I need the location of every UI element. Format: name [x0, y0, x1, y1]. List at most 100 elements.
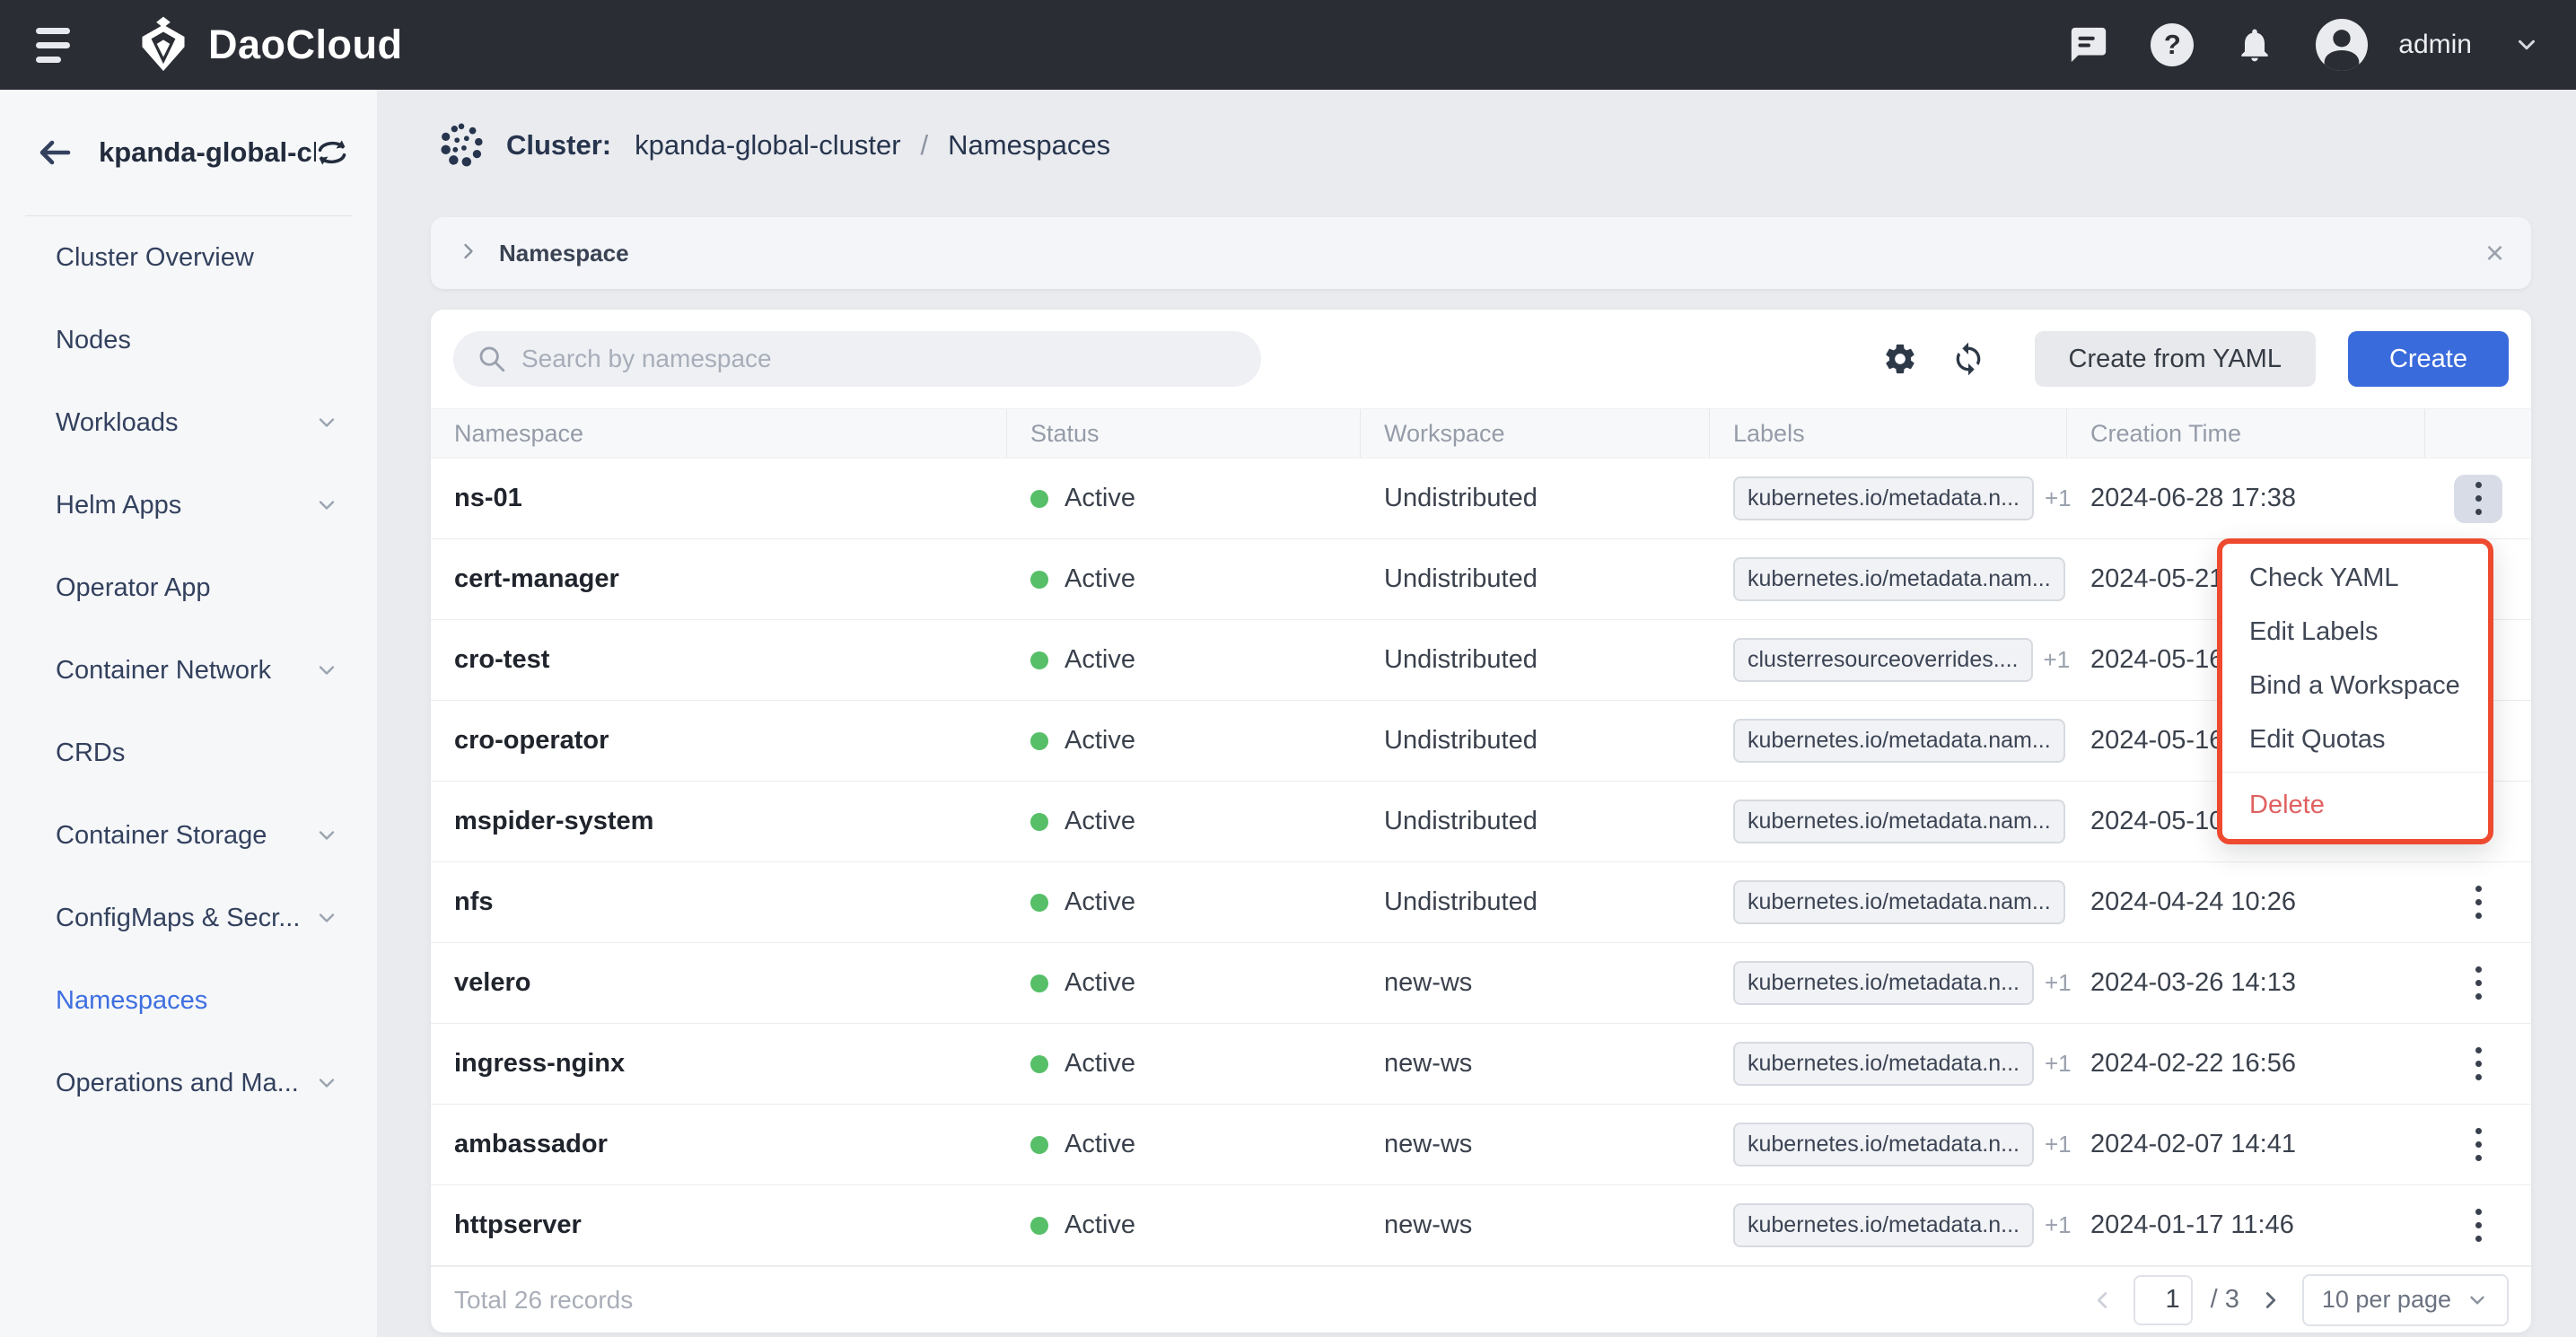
- row-actions-kebab-icon[interactable]: [2454, 878, 2502, 927]
- creation-time-cell: 2024-02-22 16:56: [2067, 1024, 2425, 1104]
- label-chip[interactable]: kubernetes.io/metadata.n...: [1733, 1123, 2034, 1167]
- menu-item-edit-labels[interactable]: Edit Labels: [2222, 605, 2488, 659]
- sidebar-item-crds[interactable]: CRDs: [0, 712, 377, 794]
- label-chip[interactable]: kubernetes.io/metadata.n...: [1733, 961, 2034, 1005]
- avatar[interactable]: [2316, 19, 2368, 71]
- workspace-cell: new-ws: [1361, 1185, 1710, 1265]
- sidebar-item-operator-app[interactable]: Operator App: [0, 546, 377, 629]
- label-chip[interactable]: kubernetes.io/metadata.nam...: [1733, 800, 2065, 843]
- status-dot: [1030, 571, 1048, 589]
- namespace-name[interactable]: ambassador: [431, 1105, 1007, 1184]
- prev-page-icon[interactable]: [2089, 1287, 2116, 1314]
- namespace-notice-bar[interactable]: Namespace ×: [431, 217, 2531, 289]
- create-button[interactable]: Create: [2348, 331, 2509, 387]
- label-chip[interactable]: kubernetes.io/metadata.nam...: [1733, 557, 2065, 601]
- chat-icon[interactable]: [2068, 24, 2109, 66]
- menu-item-check-yaml[interactable]: Check YAML: [2222, 551, 2488, 605]
- menu-item-delete[interactable]: Delete: [2222, 778, 2488, 832]
- namespace-name[interactable]: cert-manager: [431, 539, 1007, 619]
- label-chip[interactable]: kubernetes.io/metadata.nam...: [1733, 719, 2065, 763]
- status-dot: [1030, 732, 1048, 750]
- namespace-name[interactable]: cro-operator: [431, 701, 1007, 781]
- workspace-cell: new-ws: [1361, 1024, 1710, 1104]
- column-header-workspace[interactable]: Workspace: [1361, 409, 1710, 458]
- pagination: / 3 10 per page: [2089, 1274, 2509, 1326]
- column-header-actions: [2425, 409, 2531, 458]
- close-icon[interactable]: ×: [2485, 237, 2504, 269]
- row-actions-kebab-icon[interactable]: [2454, 1121, 2502, 1169]
- label-chip[interactable]: kubernetes.io/metadata.nam...: [1733, 880, 2065, 924]
- search-input[interactable]: [521, 345, 1238, 373]
- workspace-cell: Undistributed: [1361, 862, 1710, 942]
- row-actions-kebab-icon[interactable]: [2454, 959, 2502, 1008]
- breadcrumb-cluster[interactable]: kpanda-global-cluster: [635, 129, 900, 162]
- sidebar-item-label: Cluster Overview: [56, 243, 339, 273]
- row-actions-kebab-icon[interactable]: [2454, 475, 2502, 523]
- namespace-name[interactable]: mspider-system: [431, 782, 1007, 861]
- namespace-name[interactable]: velero: [431, 943, 1007, 1023]
- creation-time-cell: 2024-04-24 10:26: [2067, 862, 2425, 942]
- create-from-yaml-button[interactable]: Create from YAML: [2035, 331, 2316, 387]
- sidebar-item-configmaps-secr[interactable]: ConfigMaps & Secr...: [0, 877, 377, 959]
- label-chip[interactable]: kubernetes.io/metadata.n...: [1733, 1042, 2034, 1086]
- sidebar-item-operations-and-ma[interactable]: Operations and Ma...: [0, 1042, 377, 1124]
- breadcrumb: Cluster: kpanda-global-cluster / Namespa…: [438, 117, 1110, 174]
- table-header: Namespace Status Workspace Labels Creati…: [431, 408, 2531, 459]
- workspace-cell: Undistributed: [1361, 782, 1710, 861]
- sidebar-item-nodes[interactable]: Nodes: [0, 299, 377, 381]
- refresh-icon[interactable]: [1950, 341, 1986, 377]
- sidebar-item-helm-apps[interactable]: Helm Apps: [0, 464, 377, 546]
- breadcrumb-separator: /: [921, 129, 929, 162]
- expand-chevron-right-icon[interactable]: [456, 239, 481, 268]
- page-number-input[interactable]: [2134, 1275, 2193, 1325]
- search-box[interactable]: [453, 331, 1261, 387]
- row-actions-kebab-icon[interactable]: [2454, 1202, 2502, 1250]
- label-chip[interactable]: clusterresourceoverrides....: [1733, 638, 2033, 682]
- column-header-creation-time[interactable]: Creation Time: [2067, 409, 2425, 458]
- help-icon[interactable]: ?: [2151, 23, 2194, 66]
- brand-logo[interactable]: DaoCloud: [138, 16, 402, 74]
- settings-gear-icon[interactable]: [1882, 341, 1918, 377]
- row-actions-kebab-icon[interactable]: [2454, 1040, 2502, 1088]
- labels-cell: kubernetes.io/metadata.n...+1: [1710, 943, 2067, 1023]
- menu-divider: [2222, 772, 2488, 773]
- daocloud-logo-icon: [138, 16, 188, 74]
- label-chip[interactable]: kubernetes.io/metadata.n...: [1733, 476, 2034, 520]
- back-icon[interactable]: [38, 138, 72, 167]
- column-header-labels[interactable]: Labels: [1710, 409, 2067, 458]
- sidebar-item-container-network[interactable]: Container Network: [0, 629, 377, 712]
- table-row: cert-managerActiveUndistributedkubernete…: [431, 539, 2531, 620]
- sidebar-item-workloads[interactable]: Workloads: [0, 381, 377, 464]
- column-header-status[interactable]: Status: [1007, 409, 1361, 458]
- sidebar-item-cluster-overview[interactable]: Cluster Overview: [0, 216, 377, 299]
- status-label: Active: [1065, 968, 1135, 998]
- hamburger-menu-icon[interactable]: [36, 28, 70, 63]
- status-dot: [1030, 894, 1048, 912]
- labels-cell: kubernetes.io/metadata.n...+1: [1710, 1105, 2067, 1184]
- switch-cluster-icon[interactable]: [316, 138, 348, 167]
- namespace-name[interactable]: ns-01: [431, 459, 1007, 538]
- namespace-name[interactable]: cro-test: [431, 620, 1007, 700]
- table-row: ns-01ActiveUndistributedkubernetes.io/me…: [431, 459, 2531, 539]
- user-menu-chevron-down-icon[interactable]: [2513, 31, 2540, 58]
- label-more-count[interactable]: +1: [2044, 646, 2071, 674]
- namespace-name[interactable]: ingress-nginx: [431, 1024, 1007, 1104]
- brand-name: DaoCloud: [208, 22, 402, 68]
- namespace-name[interactable]: httpserver: [431, 1185, 1007, 1265]
- total-records: Total 26 records: [454, 1286, 633, 1315]
- page-size-select[interactable]: 10 per page: [2302, 1274, 2509, 1326]
- status-dot: [1030, 1217, 1048, 1235]
- bell-icon[interactable]: [2235, 25, 2274, 65]
- cluster-name[interactable]: kpanda-global-cl...: [99, 136, 316, 169]
- labels-cell: kubernetes.io/metadata.n...+1: [1710, 1185, 2067, 1265]
- menu-item-bind-a-workspace[interactable]: Bind a Workspace: [2222, 659, 2488, 712]
- namespace-name[interactable]: nfs: [431, 862, 1007, 942]
- next-page-icon[interactable]: [2257, 1287, 2284, 1314]
- sidebar-item-container-storage[interactable]: Container Storage: [0, 794, 377, 877]
- menu-item-edit-quotas[interactable]: Edit Quotas: [2222, 712, 2488, 766]
- column-header-namespace[interactable]: Namespace: [431, 409, 1007, 458]
- username: admin: [2398, 30, 2472, 60]
- sidebar-item-namespaces[interactable]: Namespaces: [0, 959, 377, 1042]
- row-actions-cell: [2425, 459, 2531, 538]
- label-chip[interactable]: kubernetes.io/metadata.n...: [1733, 1203, 2034, 1247]
